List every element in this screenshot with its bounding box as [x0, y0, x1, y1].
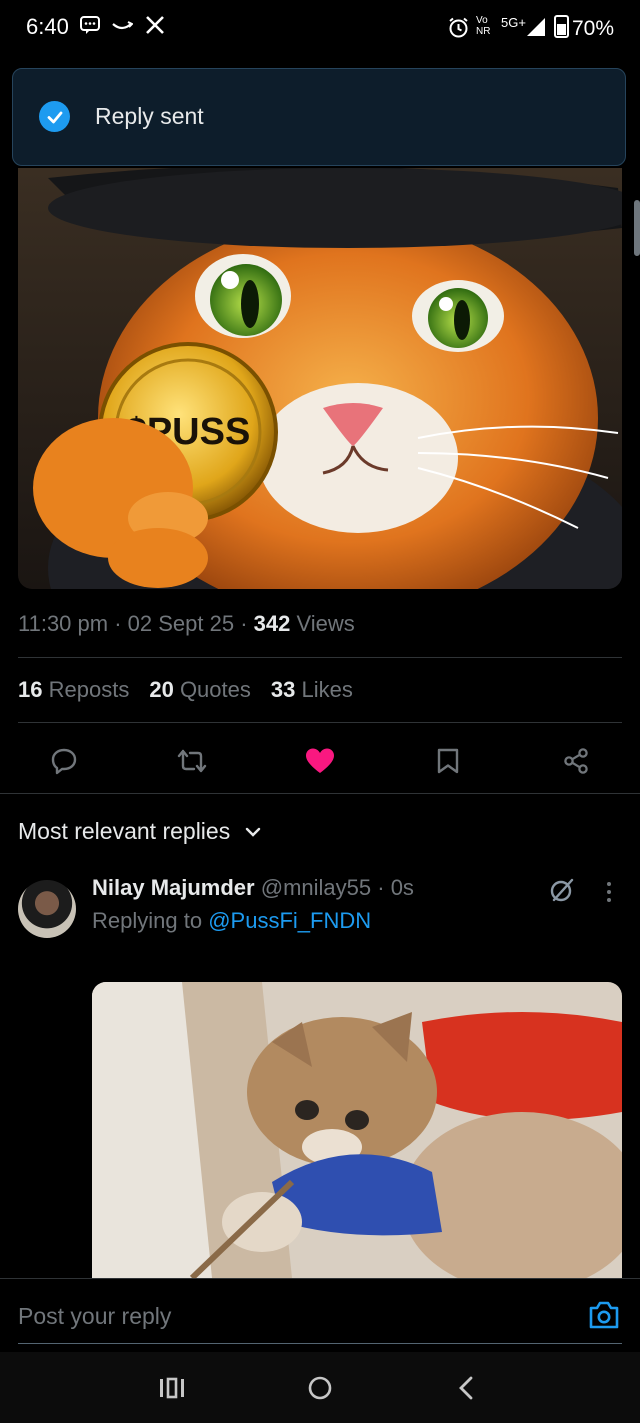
views-label: Views [296, 611, 355, 636]
reply-input[interactable]: Post your reply [18, 1303, 171, 1330]
replying-to: Replying to @PussFi_FNDN [92, 908, 371, 934]
check-circle-icon [39, 101, 70, 132]
recents-button[interactable] [152, 1372, 192, 1404]
bookmark-icon[interactable] [430, 743, 466, 779]
volte-indicator: Vo NR [476, 15, 491, 37]
system-nav-bar [0, 1352, 640, 1423]
quotes-stat[interactable]: 20 Quotes [149, 677, 251, 703]
status-bar: 6:40 Vo NR 5G+ 70% [0, 0, 640, 56]
reply-author-handle[interactable]: @mnilay55 [261, 875, 371, 900]
battery-indicator: 70% [553, 15, 614, 41]
signal-icon [526, 17, 546, 42]
likes-label: Likes [301, 677, 353, 702]
reply-time: 0s [390, 875, 414, 900]
reposts-stat[interactable]: 16 Reposts [18, 677, 129, 703]
replies-sort-label: Most relevant replies [18, 818, 231, 844]
network-type: 5G+ [501, 15, 526, 30]
post-meta: 11:30 pm · 02 Sept 25 · 342 Views [18, 611, 355, 636]
heart-icon[interactable] [302, 743, 338, 779]
views-count: 342 [253, 611, 291, 636]
divider [0, 793, 640, 794]
reply-author-name[interactable]: Nilay Majumder [92, 875, 255, 900]
replies-sort-dropdown[interactable]: Most relevant replies [18, 816, 261, 845]
battery-level: 70% [571, 17, 614, 40]
post-date: 02 Sept 25 [127, 611, 235, 636]
reply-icon[interactable] [46, 743, 82, 779]
divider [18, 657, 622, 658]
home-button[interactable] [300, 1372, 340, 1404]
likes-stat[interactable]: 33 Likes [271, 677, 353, 703]
share-icon[interactable] [558, 743, 594, 779]
grok-icon[interactable] [548, 876, 576, 909]
avatar[interactable] [18, 880, 76, 938]
reposts-label: Reposts [48, 677, 130, 702]
battery-icon [553, 15, 569, 38]
scrollbar[interactable] [634, 200, 640, 256]
toast-message: Reply sent [95, 103, 204, 129]
camera-icon[interactable] [588, 1300, 620, 1332]
amazon-smile-icon [111, 18, 134, 39]
more-options-icon[interactable] [603, 880, 615, 909]
post-actions [0, 735, 640, 783]
post-time: 11:30 pm [18, 611, 109, 636]
back-button[interactable] [446, 1372, 486, 1404]
replying-to-handle[interactable]: @PussFi_FNDN [208, 908, 371, 933]
reply-sent-toast: Reply sent [12, 68, 626, 166]
alarm-icon [448, 17, 469, 43]
composer-underline [18, 1343, 622, 1344]
message-notification-icon [80, 16, 100, 39]
replying-prefix: Replying to [92, 908, 203, 933]
post-image[interactable]: $PUSS [18, 168, 622, 589]
quotes-label: Quotes [179, 677, 251, 702]
quotes-count: 20 [149, 677, 174, 702]
reply-header: Nilay Majumder @mnilay55 · 0s [92, 875, 414, 900]
post-stats: 16 Reposts 20 Quotes 33 Likes [18, 677, 353, 703]
repost-icon[interactable] [174, 743, 210, 779]
x-app-icon [145, 15, 165, 40]
reply-media[interactable] [92, 982, 622, 1278]
divider [18, 722, 622, 723]
status-time: 6:40 [26, 14, 69, 39]
chevron-down-icon [245, 816, 261, 843]
likes-count: 33 [270, 677, 296, 702]
reposts-count: 16 [18, 677, 43, 702]
